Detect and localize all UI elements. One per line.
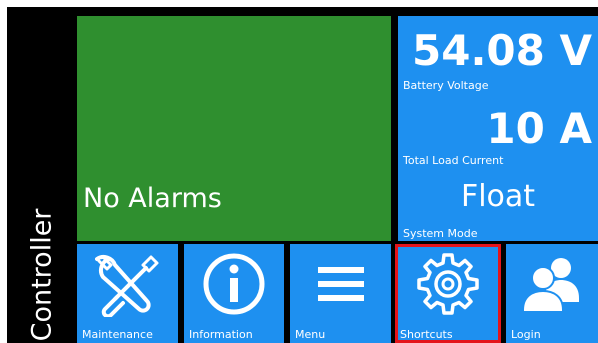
alarm-status-text: No Alarms — [83, 183, 222, 214]
shortcuts-button[interactable]: Shortcuts — [395, 244, 501, 343]
information-label: Information — [189, 328, 253, 341]
users-icon — [506, 250, 598, 318]
battery-voltage-label: Battery Voltage — [403, 79, 489, 92]
system-mode-label: System Mode — [403, 227, 478, 240]
maintenance-button[interactable]: Maintenance — [77, 244, 178, 343]
menu-label: Menu — [295, 328, 326, 341]
info-icon — [184, 250, 284, 318]
controller-label: Controller — [26, 208, 58, 342]
login-label: Login — [511, 328, 541, 341]
alarm-status-tile[interactable]: No Alarms — [77, 16, 391, 241]
hamburger-menu-icon — [290, 250, 391, 318]
shortcuts-label: Shortcuts — [400, 328, 453, 341]
total-load-current-value: 10 A — [486, 104, 592, 153]
system-status-tile[interactable]: 54.08 V Battery Voltage 10 A Total Load … — [398, 16, 598, 241]
menu-button[interactable]: Menu — [290, 244, 391, 343]
information-button[interactable]: Information — [184, 244, 284, 343]
controller-side-tab[interactable]: Controller — [7, 7, 77, 343]
system-mode-value: Float — [460, 179, 536, 214]
battery-voltage-value: 54.08 V — [412, 26, 592, 75]
gear-icon — [395, 250, 501, 318]
total-load-current-label: Total Load Current — [403, 154, 504, 167]
wrench-screwdriver-icon — [77, 250, 178, 318]
maintenance-label: Maintenance — [82, 328, 153, 341]
login-button[interactable]: Login — [506, 244, 598, 343]
controller-screen: Controller No Alarms 54.08 V Battery Vol… — [7, 7, 598, 343]
